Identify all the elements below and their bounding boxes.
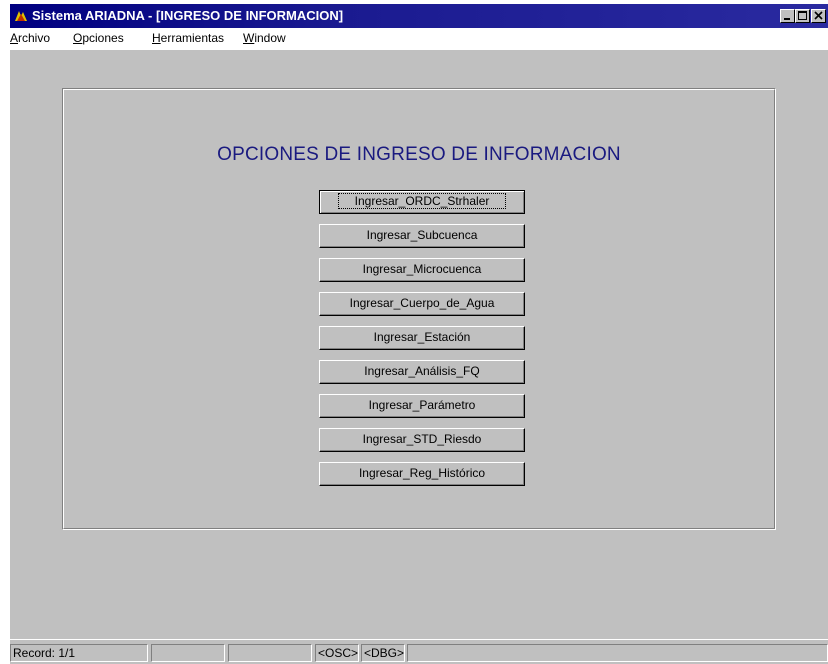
minimize-icon (784, 18, 790, 20)
ingresar-std-riesdo-button[interactable]: Ingresar_STD_Riesdo (319, 428, 525, 452)
ingresar-reg-historico-button[interactable]: Ingresar_Reg_Histórico (319, 462, 525, 486)
ingresar-subcuenca-button[interactable]: Ingresar_Subcuenca (319, 224, 525, 248)
form-canvas: OPCIONES DE INGRESO DE INFORMACION Ingre… (10, 50, 828, 620)
menu-archivo-label: rchivo (18, 31, 51, 45)
ingresar-microcuenca-button[interactable]: Ingresar_Microcuenca (319, 258, 525, 282)
button-label: Ingresar_Análisis_FQ (364, 364, 480, 378)
status-dbg: <DBG> (361, 644, 405, 662)
button-label: Ingresar_Estación (373, 330, 471, 344)
status-divider (10, 639, 828, 640)
menu-window-mnemonic: W (243, 31, 255, 45)
menu-opciones-mnemonic: O (73, 31, 83, 45)
minimize-button[interactable] (780, 9, 795, 23)
status-record: Record: 1/1 (10, 644, 148, 662)
menu-bar: Archivo Opciones Herramientas Window (10, 28, 828, 50)
menu-window[interactable]: Window (243, 31, 286, 45)
button-label: Ingresar_Microcuenca (362, 262, 482, 276)
maximize-icon (798, 11, 807, 20)
button-label: Ingresar_Subcuenca (366, 228, 478, 242)
menu-opciones[interactable]: Opciones (73, 31, 124, 45)
button-label: Ingresar_STD_Riesdo (362, 432, 482, 446)
ingresar-estacion-button[interactable]: Ingresar_Estación (319, 326, 525, 350)
menu-herramientas-label: erramientas (160, 31, 225, 45)
menu-archivo-mnemonic: A (10, 31, 19, 45)
maximize-button[interactable] (795, 9, 810, 23)
menu-archivo[interactable]: Archivo (10, 31, 50, 45)
menu-window-label: indow (254, 31, 286, 45)
button-label: Ingresar_ORDC_Strhaler (337, 193, 507, 209)
ingresar-ordc-strhaler-button[interactable]: Ingresar_ORDC_Strhaler (319, 190, 525, 214)
menu-opciones-label: pciones (82, 31, 124, 45)
button-label: Ingresar_Cuerpo_de_Agua (349, 296, 495, 310)
status-field-2 (151, 644, 225, 662)
page-heading: OPCIONES DE INGRESO DE INFORMACION (217, 144, 621, 165)
status-bar: Record: 1/1 <OSC> <DBG> (10, 620, 828, 664)
title-bar[interactable]: Sistema ARIADNA - [INGRESO DE INFORMACIO… (10, 4, 828, 28)
menu-herramientas[interactable]: Herramientas (152, 31, 224, 45)
status-field-6 (407, 644, 828, 662)
button-label: Ingresar_Parámetro (368, 398, 476, 412)
status-field-3 (228, 644, 312, 662)
ingresar-parametro-button[interactable]: Ingresar_Parámetro (319, 394, 525, 418)
close-icon (814, 11, 823, 20)
close-button[interactable] (811, 9, 826, 23)
ingresar-cuerpo-de-agua-button[interactable]: Ingresar_Cuerpo_de_Agua (319, 292, 525, 316)
ingresar-analisis-fq-button[interactable]: Ingresar_Análisis_FQ (319, 360, 525, 384)
menu-herramientas-mnemonic: H (152, 31, 161, 45)
ariadna-app-icon[interactable] (14, 9, 28, 23)
application-window: Sistema ARIADNA - [INGRESO DE INFORMACIO… (10, 4, 828, 664)
window-title: Sistema ARIADNA - [INGRESO DE INFORMACIO… (32, 8, 344, 23)
button-label: Ingresar_Reg_Histórico (358, 466, 486, 480)
status-osc: <OSC> (315, 644, 359, 662)
